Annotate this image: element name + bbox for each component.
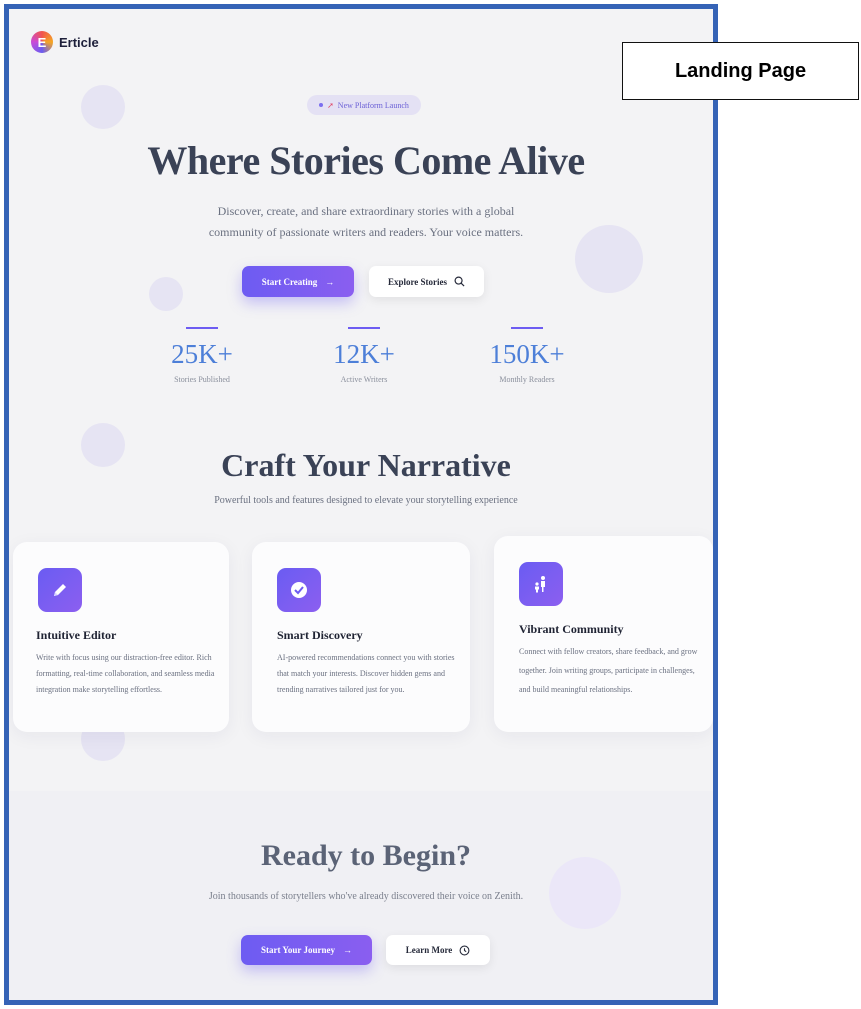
stat-accent-bar (511, 327, 543, 329)
feature-title: Intuitive Editor (36, 628, 117, 642)
launch-badge: ➚ New Platform Launch (307, 95, 421, 115)
start-creating-label: Start Creating (261, 276, 318, 287)
stat-value: 150K+ (489, 339, 565, 369)
stat-label: Stories Published (174, 375, 230, 384)
badge-dot-icon (319, 103, 324, 107)
arrow-right-icon: → (343, 945, 352, 955)
start-journey-button[interactable]: Start Your Journey → (241, 935, 372, 965)
rocket-icon: ➚ (327, 100, 334, 110)
start-creating-button[interactable]: Start Creating → (242, 266, 354, 297)
feature-description: Connect with fellow creators, share feed… (519, 647, 698, 694)
stat-accent-bar (186, 327, 218, 329)
decor-bubble (575, 225, 643, 293)
stat-value: 12K+ (333, 339, 395, 369)
stat-label: Monthly Readers (499, 375, 555, 384)
arrow-right-icon: → (325, 276, 335, 287)
decor-bubble (149, 277, 183, 311)
explore-stories-button[interactable]: Explore Stories (369, 266, 484, 297)
start-journey-label: Start Your Journey (261, 945, 335, 955)
badge-text: New Platform Launch (337, 100, 409, 110)
clock-icon (459, 945, 470, 955)
stat-label: Active Writers (340, 375, 388, 384)
feature-title: Vibrant Community (519, 622, 624, 636)
feature-card-vibrant-community[interactable]: Vibrant Community Connect with fellow cr… (494, 536, 713, 732)
feature-card-intuitive-editor[interactable]: Intuitive Editor Write with focus using … (13, 542, 229, 732)
stat-value: 25K+ (171, 339, 233, 369)
feature-title: Smart Discovery (277, 628, 363, 642)
stat-stories-published: 25K+ Stories Published (127, 327, 277, 384)
learn-more-label: Learn More (405, 945, 453, 955)
brand-name: Erticle (59, 34, 99, 50)
learn-more-button[interactable]: Learn More (386, 935, 490, 965)
feature-description: Write with focus using our distraction-f… (36, 653, 215, 694)
check-circle-icon (277, 568, 321, 612)
feature-card-smart-discovery[interactable]: Smart Discovery AI-powered recommendatio… (252, 542, 470, 732)
landing-page-label: Landing Page (622, 42, 859, 100)
features-title: Craft Your Narrative (221, 447, 511, 483)
decor-bubble (81, 85, 125, 129)
page-frame: E Erticle ➚ New Platform Launch Where St… (4, 4, 718, 1005)
logo-icon: E (31, 31, 53, 53)
feature-description: AI-powered recommendations connect you w… (277, 653, 455, 694)
features-subtitle: Powerful tools and features designed to … (214, 495, 518, 506)
hero-subtitle: Discover, create, and share extraordinar… (208, 204, 524, 239)
stat-accent-bar (348, 327, 380, 329)
pencil-icon (38, 568, 82, 612)
explore-stories-label: Explore Stories (387, 276, 448, 287)
cta-subtitle: Join thousands of storytellers who've al… (208, 891, 524, 902)
stat-monthly-readers: 150K+ Monthly Readers (452, 327, 602, 384)
community-icon (519, 562, 563, 606)
stat-active-writers: 12K+ Active Writers (289, 327, 439, 384)
brand-logo[interactable]: E Erticle (31, 31, 99, 53)
cta-title: Ready to Begin? (261, 839, 471, 872)
search-icon (454, 276, 465, 287)
hero-title: Where Stories Come Alive (147, 138, 585, 183)
